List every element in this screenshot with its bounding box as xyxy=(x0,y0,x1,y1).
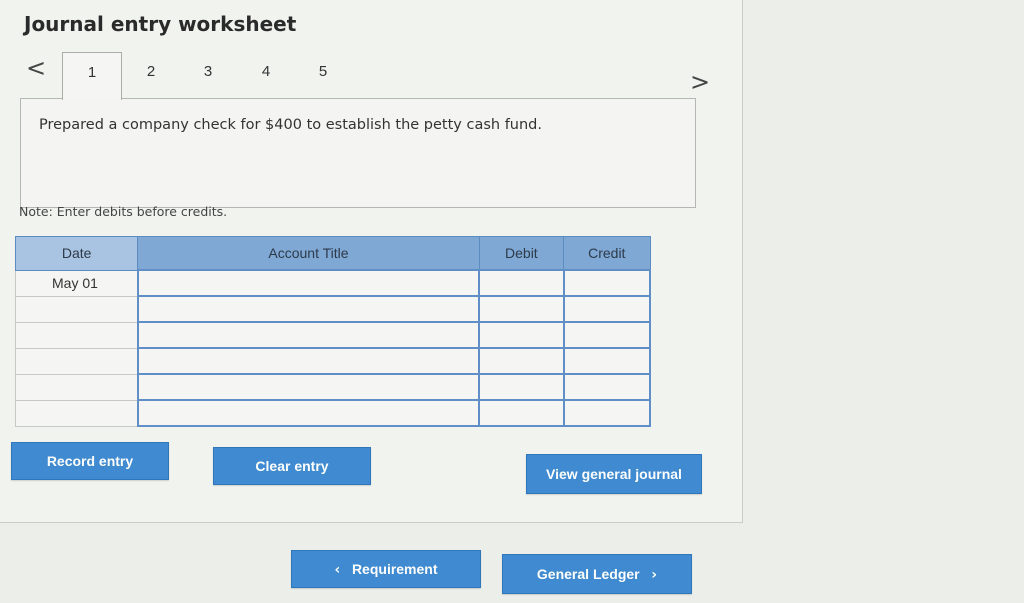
debit-input[interactable] xyxy=(478,373,565,401)
transaction-description: Prepared a company check for $400 to est… xyxy=(39,117,542,133)
table-row xyxy=(14,321,652,349)
credit-input[interactable] xyxy=(562,295,652,323)
entry-tabs: 1 2 3 4 5 xyxy=(62,52,762,100)
date-cell[interactable]: May 01 xyxy=(14,269,139,297)
credit-input[interactable] xyxy=(562,399,652,427)
table-row xyxy=(14,399,652,427)
table-row: May 01 xyxy=(14,269,652,297)
debit-input[interactable] xyxy=(478,347,565,375)
tab-4[interactable]: 4 xyxy=(237,52,295,98)
worksheet-panel: Journal entry worksheet < > 1 2 3 4 5 Pr… xyxy=(0,0,743,523)
tab-3[interactable]: 3 xyxy=(179,52,237,98)
clear-entry-button[interactable]: Clear entry xyxy=(213,447,371,485)
general-ledger-button[interactable]: General Ledger › xyxy=(502,554,692,594)
credit-input[interactable] xyxy=(562,347,652,375)
credit-input[interactable] xyxy=(562,373,652,401)
account-title-input[interactable] xyxy=(136,399,481,427)
chevron-right-icon: › xyxy=(651,567,658,583)
transaction-description-box: Prepared a company check for $400 to est… xyxy=(20,98,696,208)
account-title-input[interactable] xyxy=(136,373,481,401)
debit-input[interactable] xyxy=(478,269,565,297)
date-cell[interactable] xyxy=(14,373,139,401)
date-cell[interactable] xyxy=(14,321,139,349)
tab-1[interactable]: 1 xyxy=(62,52,122,100)
credit-header: Credit xyxy=(563,236,651,271)
table-row xyxy=(14,295,652,323)
account-title-input[interactable] xyxy=(136,295,481,323)
requirement-label: Requirement xyxy=(351,561,438,577)
debit-header: Debit xyxy=(478,236,565,271)
credit-input[interactable] xyxy=(562,269,652,297)
date-cell[interactable] xyxy=(14,347,139,375)
credit-input[interactable] xyxy=(562,321,652,349)
prev-tab-arrow-icon[interactable]: < xyxy=(26,56,46,80)
record-entry-button[interactable]: Record entry xyxy=(11,442,169,480)
account-title-input[interactable] xyxy=(136,321,481,349)
journal-table: Date Account Title Debit Credit May 01 xyxy=(14,236,652,427)
account-title-header: Account Title xyxy=(137,236,480,271)
table-row xyxy=(14,373,652,401)
debit-input[interactable] xyxy=(478,295,565,323)
chevron-left-icon: ‹ xyxy=(334,562,341,578)
requirement-button[interactable]: ‹ Requirement xyxy=(291,550,481,588)
debit-input[interactable] xyxy=(478,399,565,427)
debit-input[interactable] xyxy=(478,321,565,349)
view-general-journal-button[interactable]: View general journal xyxy=(526,454,702,494)
account-title-input[interactable] xyxy=(136,347,481,375)
date-cell[interactable] xyxy=(14,399,139,427)
date-cell[interactable] xyxy=(14,295,139,323)
page-title: Journal entry worksheet xyxy=(24,12,297,36)
table-row xyxy=(14,347,652,375)
tab-5[interactable]: 5 xyxy=(294,52,352,98)
general-ledger-label: General Ledger xyxy=(536,566,640,582)
tab-2[interactable]: 2 xyxy=(122,52,180,98)
account-title-input[interactable] xyxy=(136,269,481,297)
note-text: Note: Enter debits before credits. xyxy=(19,204,228,219)
date-header: Date xyxy=(14,236,139,271)
